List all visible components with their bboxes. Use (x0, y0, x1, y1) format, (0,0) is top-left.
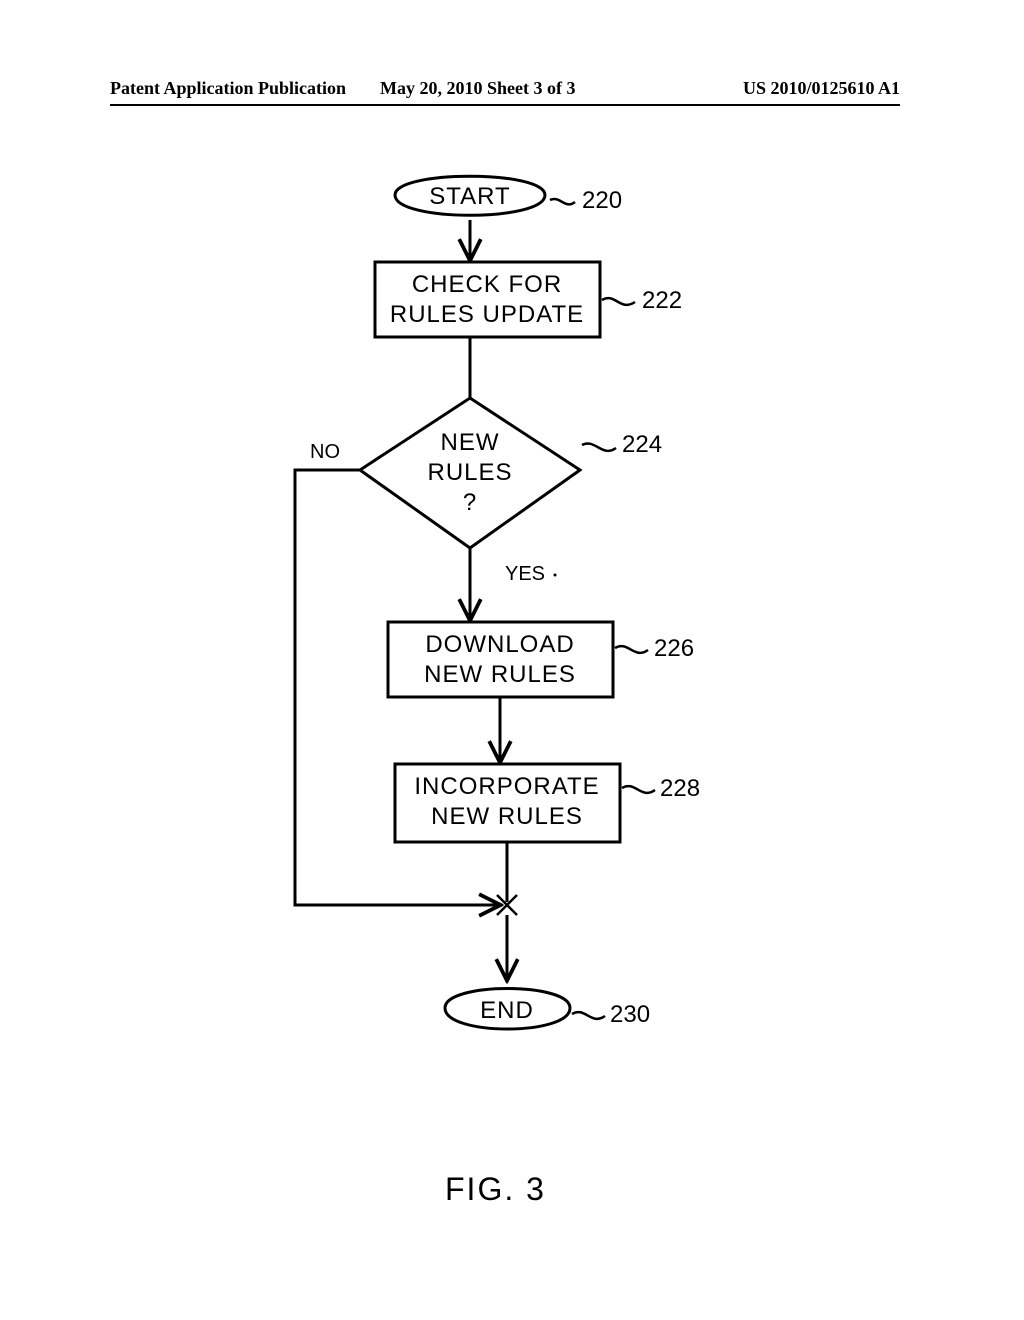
end-label: END (480, 997, 534, 1024)
incorporate-line1: INCORPORATE (414, 773, 599, 800)
flowchart-svg: START 220 CHECK FOR RULES UPDATE 222 NEW… (0, 0, 1024, 1320)
node-check: CHECK FOR RULES UPDATE 222 (375, 262, 682, 337)
node-incorporate: INCORPORATE NEW RULES 228 (395, 764, 700, 842)
node-start: START 220 (395, 176, 622, 215)
download-line1: DOWNLOAD (425, 631, 574, 658)
check-line2: RULES UPDATE (390, 301, 584, 328)
figure-caption: FIG. 3 (445, 1171, 546, 1207)
decision-line1: NEW (441, 429, 500, 456)
start-ref: 220 (582, 187, 622, 214)
check-ref: 222 (642, 287, 682, 314)
node-end: END 230 (445, 989, 650, 1030)
incorporate-line2: NEW RULES (431, 803, 583, 830)
decision-line2: RULES (427, 459, 512, 486)
check-line1: CHECK FOR (412, 271, 562, 298)
decision-yes: YES (505, 563, 545, 585)
decision-ref: 224 (622, 431, 662, 458)
decision-no: NO (310, 441, 340, 463)
start-label: START (429, 183, 510, 210)
incorporate-ref: 228 (660, 775, 700, 802)
download-line2: NEW RULES (424, 661, 576, 688)
decision-line3: ? (463, 489, 477, 516)
node-download: DOWNLOAD NEW RULES 226 (388, 622, 694, 697)
download-ref: 226 (654, 635, 694, 662)
patent-page: Patent Application Publication May 20, 2… (0, 0, 1024, 1320)
node-decision: NEW RULES ? 224 NO YES (310, 398, 662, 585)
end-ref: 230 (610, 1001, 650, 1028)
